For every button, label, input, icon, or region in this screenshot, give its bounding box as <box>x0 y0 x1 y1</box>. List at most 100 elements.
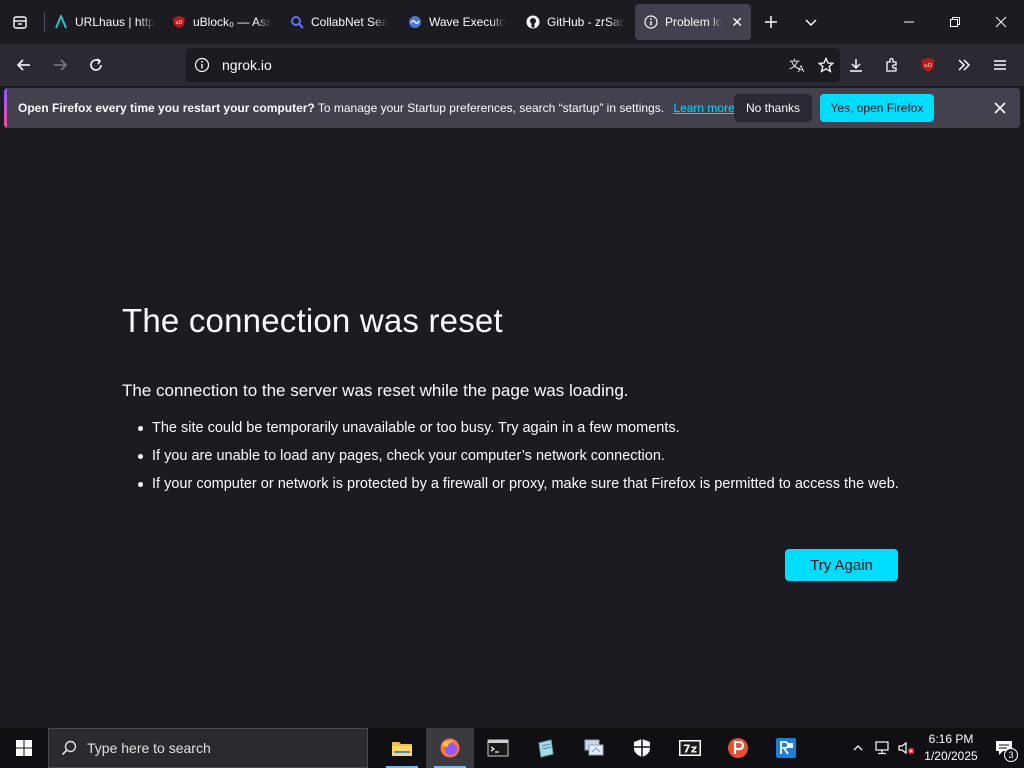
firefox-view-button[interactable] <box>0 0 40 44</box>
tab-ublock[interactable]: uO uBlock₀ — Ass <box>163 4 281 40</box>
wave-icon <box>407 14 423 30</box>
close-icon <box>995 16 1007 28</box>
remote-desktop-taskbar-button[interactable] <box>570 728 618 768</box>
toolbar-right: uO <box>838 44 1024 86</box>
learn-more-link[interactable]: Learn more <box>673 101 734 115</box>
network-tray-icon[interactable] <box>870 728 894 768</box>
start-button[interactable] <box>0 728 48 768</box>
close-window-button[interactable] <box>978 0 1024 44</box>
taskbar-search-box[interactable]: Type here to search <box>48 728 368 768</box>
startup-notification-bar: Open Firefox every time you restart your… <box>4 88 1020 128</box>
seven-zip-label: 7z <box>683 743 697 756</box>
terminal-taskbar-button[interactable] <box>474 728 522 768</box>
translate-icon[interactable]: 文A <box>784 57 812 73</box>
tab-wave[interactable]: Wave Executo <box>399 4 517 40</box>
tab-label: URLhaus | https <box>75 15 155 29</box>
url-text: ngrok.io <box>222 57 272 73</box>
no-thanks-button[interactable]: No thanks <box>734 94 812 122</box>
minimize-button[interactable] <box>886 0 932 44</box>
svg-text:uO: uO <box>175 20 182 26</box>
tab-collabnet[interactable]: CollabNet Sea <box>281 4 399 40</box>
notepad-icon <box>538 739 554 758</box>
tab-problem-loading[interactable]: Problem lo ✕ <box>635 4 751 40</box>
list-item: The site could be temporarily unavailabl… <box>136 418 906 438</box>
address-bar-actions: 文A <box>784 57 840 73</box>
tab-label: Wave Executo <box>429 15 506 29</box>
remote-desktop-icon <box>584 739 604 756</box>
error-suggestions-list: The site could be temporarily unavailabl… <box>136 418 906 502</box>
clock-date: 1/20/2025 <box>924 749 978 763</box>
list-item: If your computer or network is protected… <box>136 474 906 494</box>
search-favicon <box>289 14 305 30</box>
minimize-icon <box>904 21 914 23</box>
list-all-tabs-button[interactable] <box>791 4 831 40</box>
new-tab-button[interactable] <box>751 4 791 40</box>
list-item: If you are unable to load any pages, che… <box>136 446 906 466</box>
site-info-icon[interactable] <box>194 57 210 73</box>
seven-zip-taskbar-button[interactable]: 7z <box>666 728 714 768</box>
close-icon <box>994 102 1006 114</box>
back-arrow-icon <box>16 59 30 71</box>
ublock-icon: uO <box>171 14 187 30</box>
search-icon <box>61 740 77 756</box>
network-icon <box>875 741 889 755</box>
shield-icon <box>634 739 650 757</box>
svg-text:A: A <box>798 65 805 73</box>
ublock-toolbar-button[interactable]: uO <box>910 49 946 81</box>
tab-close-icon[interactable]: ✕ <box>727 14 743 31</box>
system-tray: 6:16 PM 1/20/2025 3 <box>846 728 1024 768</box>
windows-security-taskbar-button[interactable] <box>618 728 666 768</box>
yes-open-firefox-button[interactable]: Yes, open Firefox <box>820 94 934 122</box>
forward-button[interactable] <box>42 49 78 81</box>
back-button[interactable] <box>6 49 42 81</box>
notepad-taskbar-button[interactable] <box>522 728 570 768</box>
address-bar[interactable]: ngrok.io 文A <box>186 48 840 82</box>
restore-icon <box>950 17 960 27</box>
github-icon <box>525 14 541 30</box>
firefox-taskbar-button[interactable] <box>426 728 474 768</box>
tab-github[interactable]: GitHub - zrSar <box>517 4 635 40</box>
info-icon <box>643 14 659 30</box>
try-again-button[interactable]: Try Again <box>785 549 898 581</box>
terminal-icon <box>487 739 509 757</box>
notification-count-badge: 3 <box>1004 748 1018 762</box>
windows-logo-icon <box>16 740 32 756</box>
firefox-icon <box>440 738 460 758</box>
show-hidden-icons-button[interactable] <box>846 728 870 768</box>
tab-label: Problem lo <box>665 15 723 29</box>
error-page: The connection was reset The connection … <box>0 130 1024 728</box>
hamburger-menu-icon <box>994 60 1006 70</box>
action-center-button[interactable]: 3 <box>984 728 1024 768</box>
reload-button[interactable] <box>78 49 114 81</box>
app-menu-button[interactable] <box>982 49 1018 81</box>
tab-label: uBlock₀ — Ass <box>193 15 273 29</box>
bookmark-star-icon[interactable] <box>812 57 840 73</box>
psiphon-icon <box>728 738 748 758</box>
ublock-icon: uO <box>921 58 935 72</box>
page-title: The connection was reset <box>122 302 503 339</box>
reload-icon <box>90 58 102 71</box>
chevron-down-icon <box>805 19 817 27</box>
restore-button[interactable] <box>932 0 978 44</box>
download-icon <box>850 59 862 72</box>
psiphon-taskbar-button[interactable] <box>714 728 762 768</box>
notification-message: Open Firefox every time you restart your… <box>18 101 735 115</box>
taskbar-clock[interactable]: 6:16 PM 1/20/2025 <box>918 731 984 765</box>
remote-utilities-taskbar-button[interactable] <box>762 728 810 768</box>
volume-muted-icon <box>898 741 915 755</box>
svg-text:uO: uO <box>924 63 932 69</box>
urlhaus-icon <box>53 14 69 30</box>
overflow-menu-button[interactable] <box>946 49 982 81</box>
notification-bold-text: Open Firefox every time you restart your… <box>18 101 315 115</box>
notification-text: To manage your Startup preferences, sear… <box>317 101 665 115</box>
remote-utilities-icon <box>776 738 796 758</box>
plus-icon <box>765 16 777 28</box>
chevron-up-icon <box>853 745 863 751</box>
volume-tray-icon[interactable] <box>894 728 918 768</box>
tab-label: GitHub - zrSar <box>547 15 624 29</box>
downloads-button[interactable] <box>838 49 874 81</box>
extensions-button[interactable] <box>874 49 910 81</box>
file-explorer-taskbar-button[interactable] <box>378 728 426 768</box>
tab-urlhaus[interactable]: URLhaus | https <box>45 4 163 40</box>
notification-close-button[interactable] <box>986 94 1014 122</box>
